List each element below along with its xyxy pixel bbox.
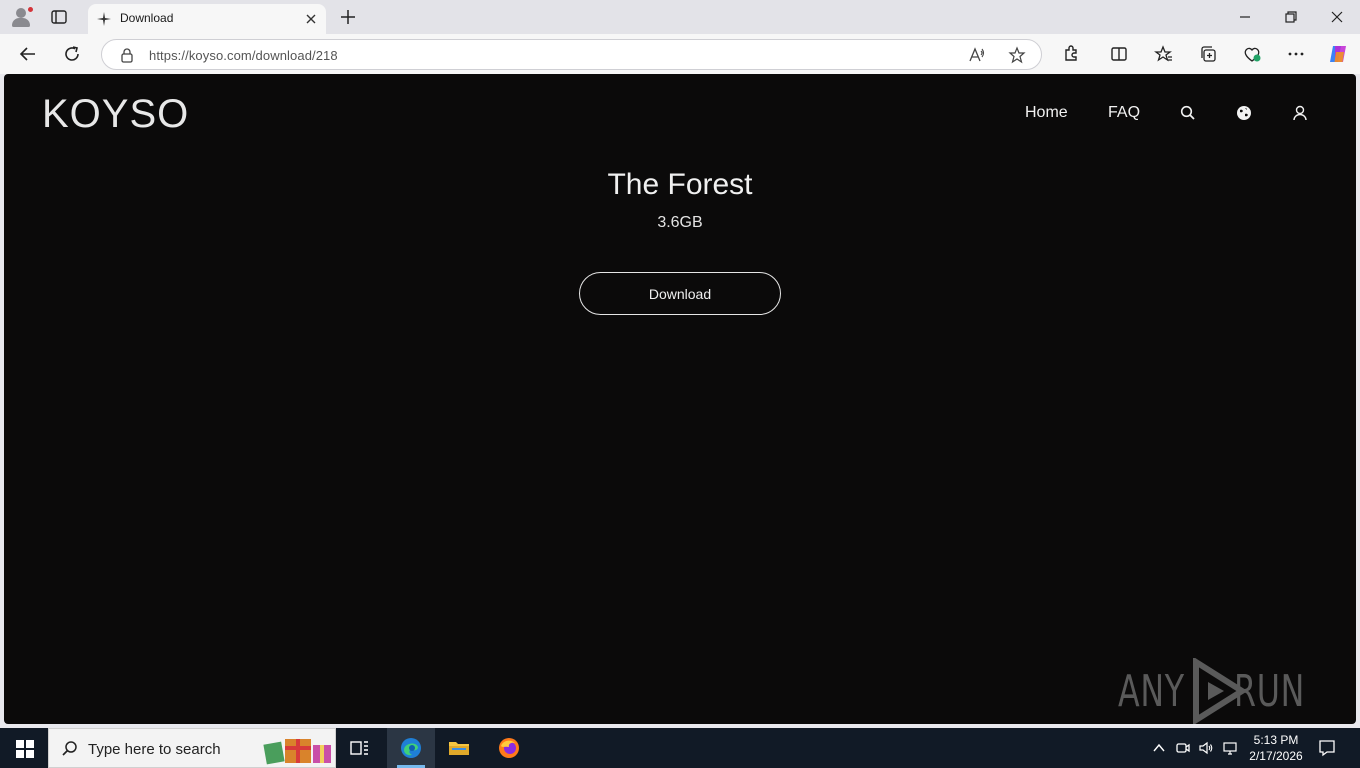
close-window-icon[interactable] xyxy=(1327,7,1347,27)
tab-title: Download xyxy=(120,11,174,25)
volume-icon[interactable] xyxy=(1198,740,1214,756)
network-icon[interactable] xyxy=(1222,740,1238,756)
nav-home-link[interactable]: Home xyxy=(1025,104,1068,122)
firefox-icon xyxy=(499,738,519,758)
split-screen-icon[interactable] xyxy=(1109,44,1129,64)
profile-avatar-icon[interactable] xyxy=(10,6,34,28)
restore-icon[interactable] xyxy=(1281,7,1301,27)
tab-download[interactable]: Download xyxy=(88,4,326,34)
search-icon[interactable] xyxy=(1179,104,1197,122)
read-aloud-icon[interactable] xyxy=(968,46,986,64)
minimize-icon[interactable] xyxy=(1235,7,1255,27)
web-page: KOYSO Home FAQ The Forest 3.6GB Download… xyxy=(4,74,1356,724)
refresh-icon[interactable] xyxy=(62,44,82,64)
address-bar[interactable]: https://koyso.com/download/218 xyxy=(101,39,1042,70)
site-logo[interactable]: KOYSO xyxy=(42,92,189,137)
taskbar-search-box[interactable]: Type here to search xyxy=(48,728,336,768)
collections-icon[interactable] xyxy=(1198,44,1218,64)
tab-actions-icon[interactable] xyxy=(50,8,68,26)
favorite-star-icon[interactable] xyxy=(1008,46,1026,64)
edge-browser-icon xyxy=(401,738,421,758)
close-tab-icon[interactable] xyxy=(303,11,319,27)
windows-taskbar: Type here to search 5:13 PM 2/17/2026 xyxy=(0,728,1360,768)
extensions-icon[interactable] xyxy=(1061,44,1081,64)
clock-time: 5:13 PM xyxy=(1253,733,1299,747)
anyrun-watermark: ANY RUN xyxy=(1118,654,1318,724)
new-tab-icon[interactable] xyxy=(338,7,358,27)
browser-tab-strip: Download xyxy=(0,0,1360,34)
windows-start-icon[interactable] xyxy=(16,740,34,758)
watermark-text-run: RUN xyxy=(1234,666,1306,717)
search-placeholder: Type here to search xyxy=(88,741,221,758)
loading-sparkle-icon xyxy=(97,12,111,26)
user-account-icon[interactable] xyxy=(1291,104,1309,122)
clock-date: 2/17/2026 xyxy=(1249,749,1303,763)
system-clock[interactable]: 5:13 PM 2/17/2026 xyxy=(1244,732,1308,764)
gift-boxes-icon xyxy=(263,739,331,765)
browser-essentials-icon[interactable] xyxy=(1242,44,1262,64)
watermark-text-any: ANY xyxy=(1118,666,1185,717)
notifications-icon[interactable] xyxy=(1318,739,1336,757)
show-hidden-icons-chevron-icon[interactable] xyxy=(1151,740,1167,756)
lock-icon[interactable] xyxy=(119,47,135,63)
taskbar-edge-app[interactable] xyxy=(387,728,435,768)
file-explorer-icon xyxy=(449,742,469,755)
more-options-icon[interactable] xyxy=(1286,44,1306,64)
task-view-icon xyxy=(350,741,368,755)
game-size: 3.6GB xyxy=(657,214,703,231)
nav-faq-link[interactable]: FAQ xyxy=(1108,104,1140,122)
game-title: The Forest xyxy=(607,168,753,201)
download-button[interactable]: Download xyxy=(579,272,781,315)
copilot-icon[interactable] xyxy=(1327,43,1349,65)
favorites-icon[interactable] xyxy=(1154,44,1174,64)
taskbar-file-explorer-app[interactable] xyxy=(435,728,483,768)
language-globe-icon[interactable] xyxy=(1235,104,1253,122)
taskbar-firefox-app[interactable] xyxy=(485,728,533,768)
browser-toolbar: https://koyso.com/download/218 xyxy=(0,34,1360,74)
task-view-button[interactable] xyxy=(336,728,384,768)
meet-now-icon[interactable] xyxy=(1175,740,1191,756)
address-url[interactable]: https://koyso.com/download/218 xyxy=(149,48,338,63)
search-icon xyxy=(62,741,77,756)
back-icon[interactable] xyxy=(18,44,38,64)
